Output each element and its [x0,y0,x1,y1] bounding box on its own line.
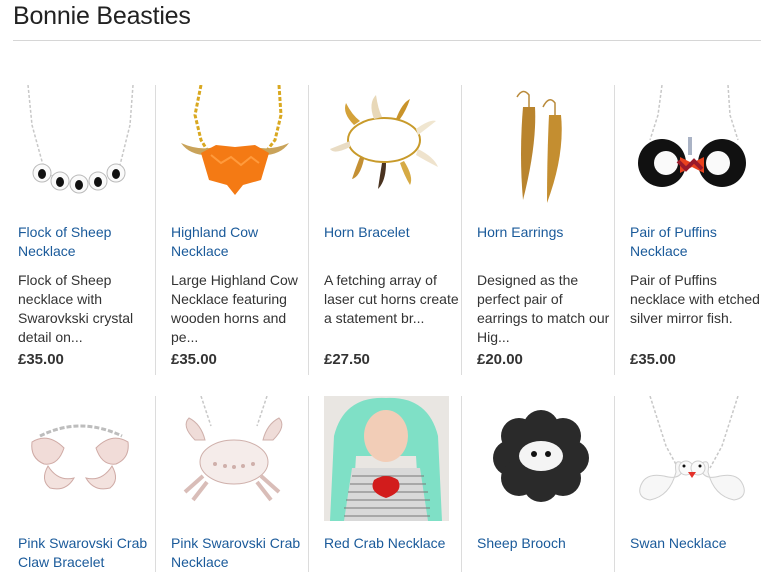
product-description: Designed as the perfect pair of earrings… [477,272,610,345]
product-description: A fetching array of laser cut horns crea… [324,272,459,326]
product-card[interactable]: Red Crab Necklace [318,396,471,572]
product-name-link[interactable]: Pink Swarovski Crab Necklace [171,534,311,572]
red-crab-necklace-photo[interactable] [324,396,449,521]
crab-claw-bracelet-image[interactable] [18,396,143,521]
product-name-link[interactable]: Red Crab Necklace [324,534,464,553]
product-card[interactable]: Swan Necklace [624,396,777,572]
product-name-link[interactable]: Horn Bracelet [324,223,464,242]
sheep-necklace-image[interactable] [18,85,143,210]
horn-earrings-image[interactable] [477,85,602,210]
horn-bracelet-image[interactable] [324,85,449,210]
product-card[interactable]: Highland Cow Necklace Large Highland Cow… [165,85,318,375]
product-card[interactable]: Pink Swarovski Crab Necklace [165,396,318,572]
product-name-link[interactable]: Pink Swarovski Crab Claw Bracelet [18,534,158,572]
product-card[interactable]: Pair of Puffins Necklace Pair of Puffins… [624,85,777,375]
product-name-link[interactable]: Sheep Brooch [477,534,617,553]
product-price: £35.00 [18,351,64,368]
crab-necklace-image[interactable] [171,396,296,521]
product-card[interactable]: Horn Earrings Designed as the perfect pa… [471,85,624,375]
product-description: Large Highland Cow Necklace featuring wo… [171,272,298,345]
product-name-link[interactable]: Horn Earrings [477,223,617,242]
product-name-link[interactable]: Flock of Sheep Necklace [18,223,158,261]
product-grid: Flock of Sheep Necklace Flock of Sheep n… [0,0,781,572]
product-card[interactable]: Sheep Brooch [471,396,624,572]
product-description: Flock of Sheep necklace with Swarovkski … [18,272,134,345]
product-card[interactable]: Horn Bracelet A fetching array of laser … [318,85,471,375]
product-price: £35.00 [630,351,676,368]
highland-cow-necklace-image[interactable] [171,85,296,210]
sheep-brooch-image[interactable] [477,396,602,521]
product-name-link[interactable]: Swan Necklace [630,534,770,553]
product-price: £35.00 [171,351,217,368]
product-card[interactable]: Flock of Sheep Necklace Flock of Sheep n… [12,85,165,375]
product-name-link[interactable]: Pair of Puffins Necklace [630,223,770,261]
puffins-necklace-image[interactable] [630,85,755,210]
swan-necklace-image[interactable] [630,396,755,521]
product-description: Pair of Puffins necklace with etched sil… [630,272,760,326]
product-price: £27.50 [324,351,370,368]
product-card[interactable]: Pink Swarovski Crab Claw Bracelet [12,396,165,572]
product-name-link[interactable]: Highland Cow Necklace [171,223,311,261]
product-price: £20.00 [477,351,523,368]
